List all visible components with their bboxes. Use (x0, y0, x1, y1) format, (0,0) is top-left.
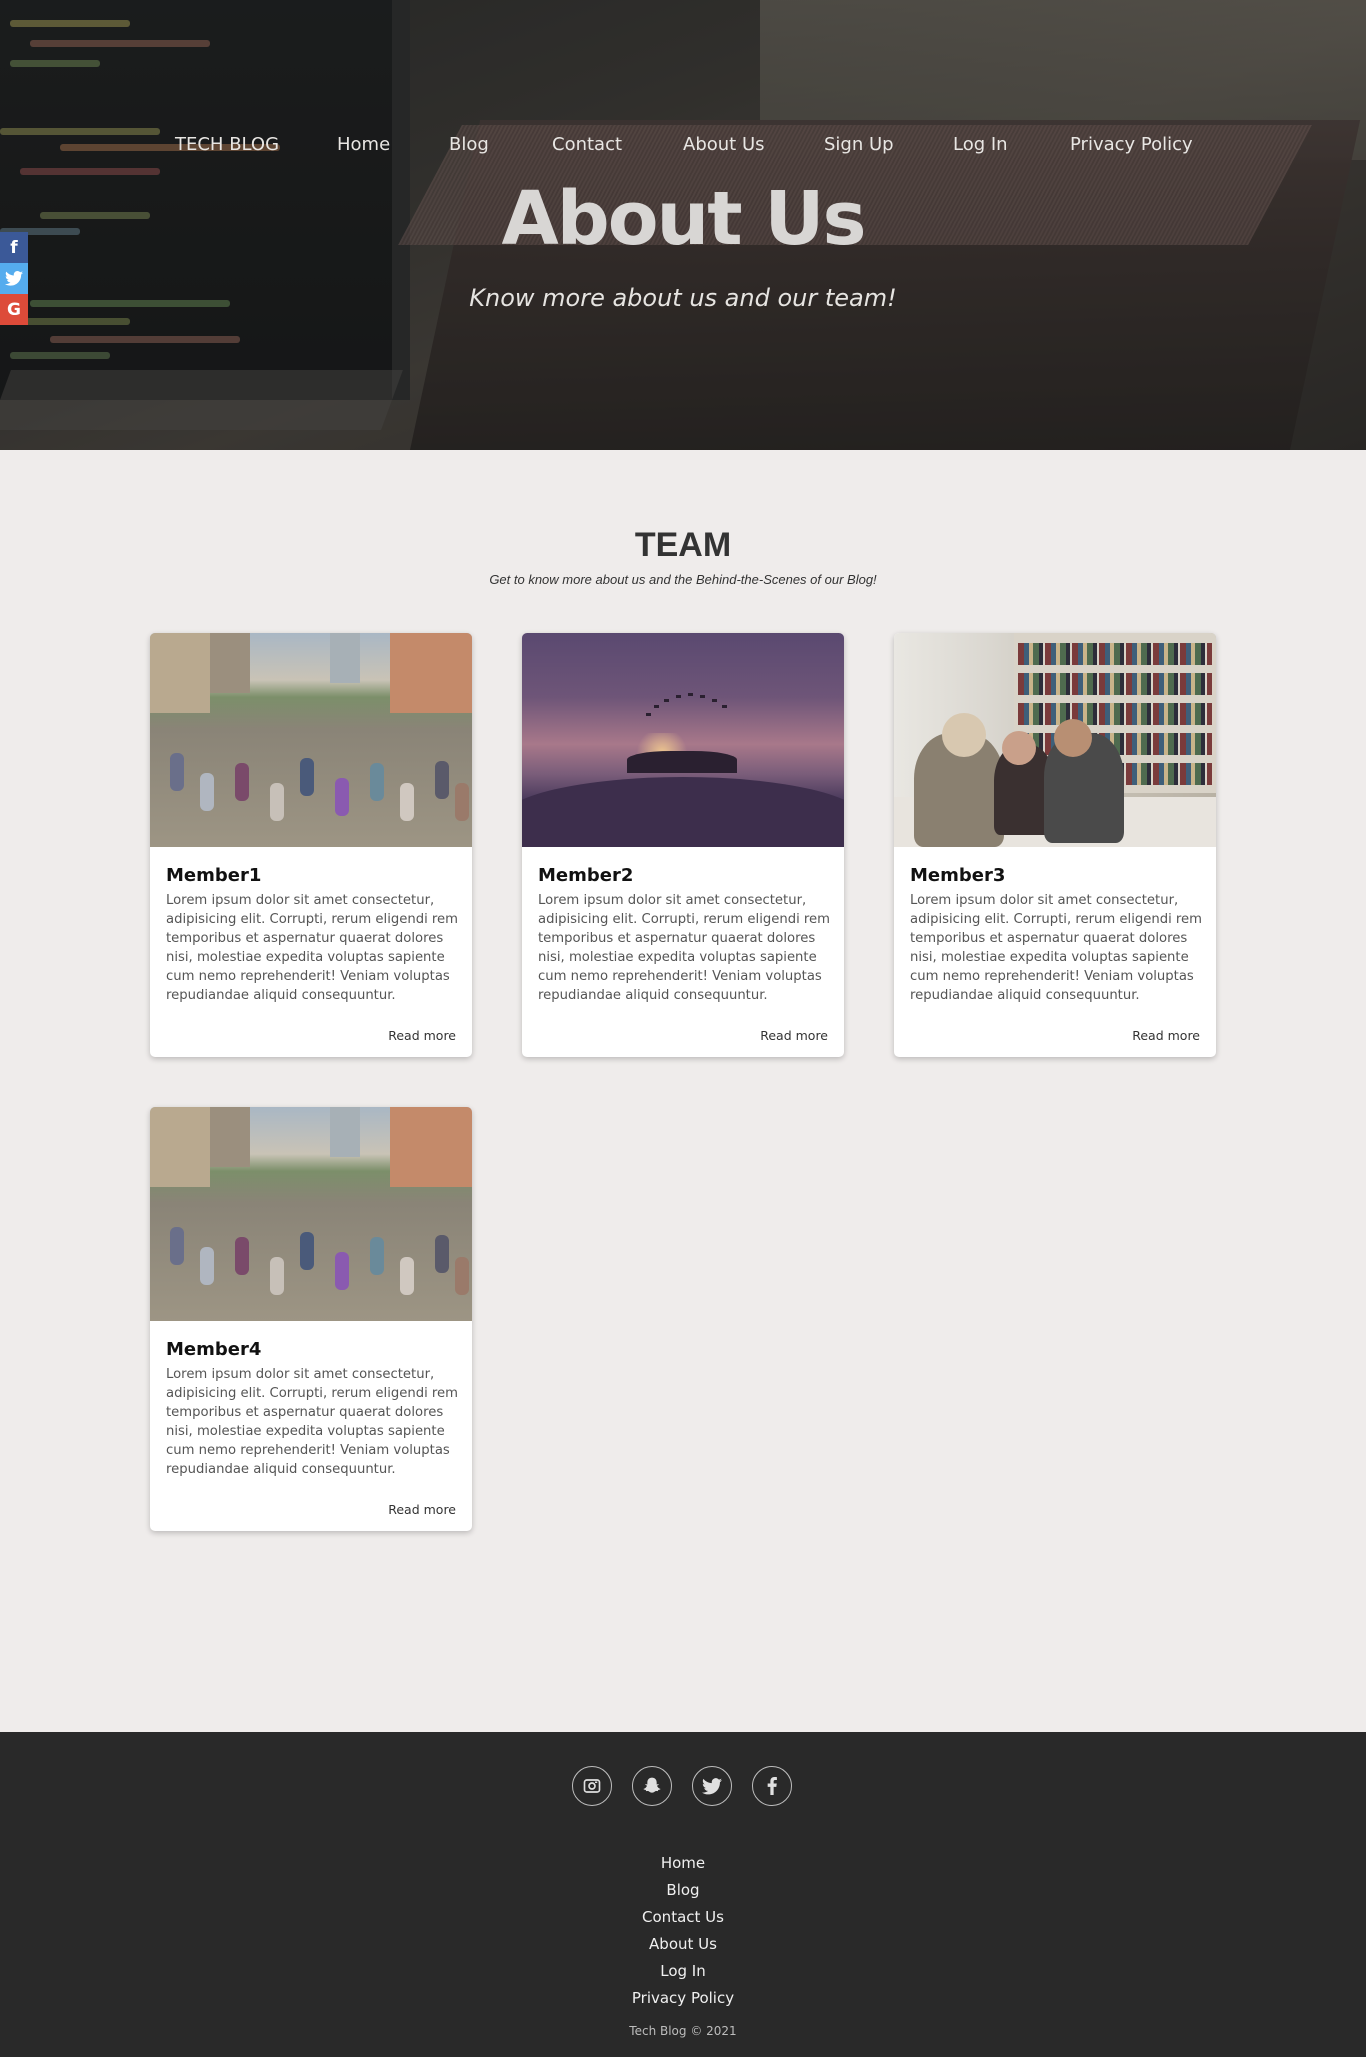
team-subheading: Get to know more about us and the Behind… (489, 572, 877, 587)
member-description: Lorem ipsum dolor sit amet consectetur, … (910, 893, 1203, 1003)
member-description: Lorem ipsum dolor sit amet consectetur, … (166, 1367, 459, 1477)
nav-brand[interactable]: TECH BLOG (175, 134, 279, 155)
read-more-link[interactable]: Read more (760, 1028, 828, 1043)
google-icon[interactable]: G (0, 294, 28, 325)
team-card-member2: Member2 Lorem ipsum dolor sit amet conse… (522, 633, 844, 1057)
page-title: About Us (501, 176, 866, 262)
footer-link-home[interactable]: Home (0, 1850, 1366, 1877)
footer-link-privacy-policy[interactable]: Privacy Policy (0, 1985, 1366, 2012)
member-description: Lorem ipsum dolor sit amet consectetur, … (538, 893, 831, 1003)
facebook-icon[interactable]: f (0, 232, 28, 263)
read-more-link[interactable]: Read more (1132, 1028, 1200, 1043)
footer-link-contact-us[interactable]: Contact Us (0, 1904, 1366, 1931)
nav-item-about-us[interactable]: About Us (683, 134, 765, 155)
member-name: Member4 (166, 1339, 262, 1360)
instagram-icon[interactable] (572, 1766, 612, 1806)
side-social-bar: f G (0, 232, 28, 325)
member1-photo (150, 633, 472, 847)
member-name: Member3 (910, 865, 1006, 886)
copyright: Tech Blog © 2021 (629, 2024, 737, 2038)
nav-item-contact[interactable]: Contact (552, 134, 622, 155)
member4-photo (150, 1107, 472, 1321)
footer-link-log-in[interactable]: Log In (0, 1958, 1366, 1985)
snapchat-icon[interactable] (632, 1766, 672, 1806)
nav-item-blog[interactable]: Blog (449, 134, 489, 155)
facebook-icon[interactable] (752, 1766, 792, 1806)
twitter-icon[interactable] (692, 1766, 732, 1806)
team-card-member1: Member1 Lorem ipsum dolor sit amet conse… (150, 633, 472, 1057)
member-name: Member1 (166, 865, 262, 886)
read-more-link[interactable]: Read more (388, 1028, 456, 1043)
top-navigation: TECH BLOG Home Blog Contact About Us Sig… (0, 134, 1366, 156)
read-more-link[interactable]: Read more (388, 1502, 456, 1517)
nav-item-log-in[interactable]: Log In (953, 134, 1008, 155)
footer-link-blog[interactable]: Blog (0, 1877, 1366, 1904)
footer-link-about-us[interactable]: About Us (0, 1931, 1366, 1958)
team-card-member3: Member3 Lorem ipsum dolor sit amet conse… (894, 633, 1216, 1057)
nav-item-sign-up[interactable]: Sign Up (824, 134, 894, 155)
hero-banner: TECH BLOG Home Blog Contact About Us Sig… (0, 0, 1366, 450)
footer-social-icons (0, 1766, 1366, 1808)
page-subtitle: Know more about us and our team! (469, 284, 897, 312)
member-name: Member2 (538, 865, 634, 886)
site-footer: Home Blog Contact Us About Us Log In Pri… (0, 1732, 1366, 2057)
nav-item-home[interactable]: Home (337, 134, 390, 155)
nav-item-privacy-policy[interactable]: Privacy Policy (1070, 134, 1193, 155)
twitter-icon[interactable] (0, 263, 28, 294)
member2-photo (522, 633, 844, 847)
team-heading: TEAM (634, 526, 732, 564)
member-description: Lorem ipsum dolor sit amet consectetur, … (166, 893, 459, 1003)
team-card-member4: Member4 Lorem ipsum dolor sit amet conse… (150, 1107, 472, 1531)
footer-links: Home Blog Contact Us About Us Log In Pri… (0, 1850, 1366, 2012)
member3-photo (894, 633, 1216, 847)
